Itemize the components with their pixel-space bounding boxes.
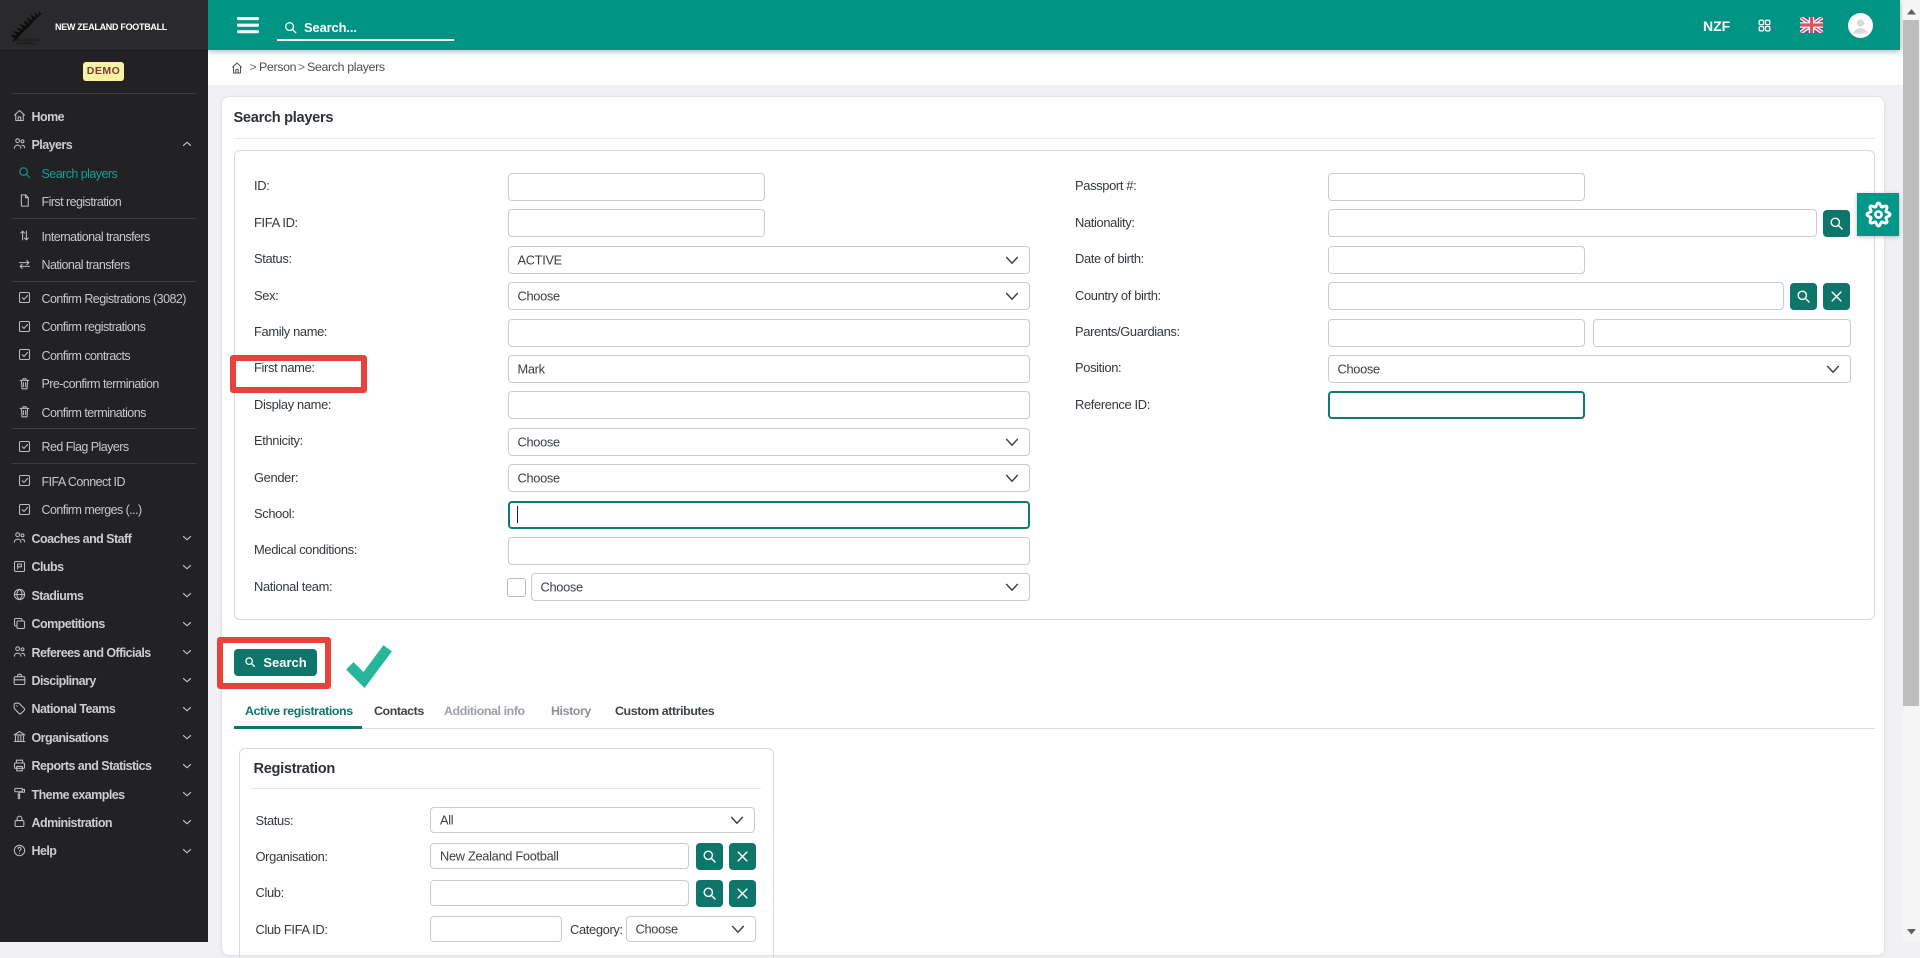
svg-text:FOOTBALL: FOOTBALL (17, 42, 38, 45)
